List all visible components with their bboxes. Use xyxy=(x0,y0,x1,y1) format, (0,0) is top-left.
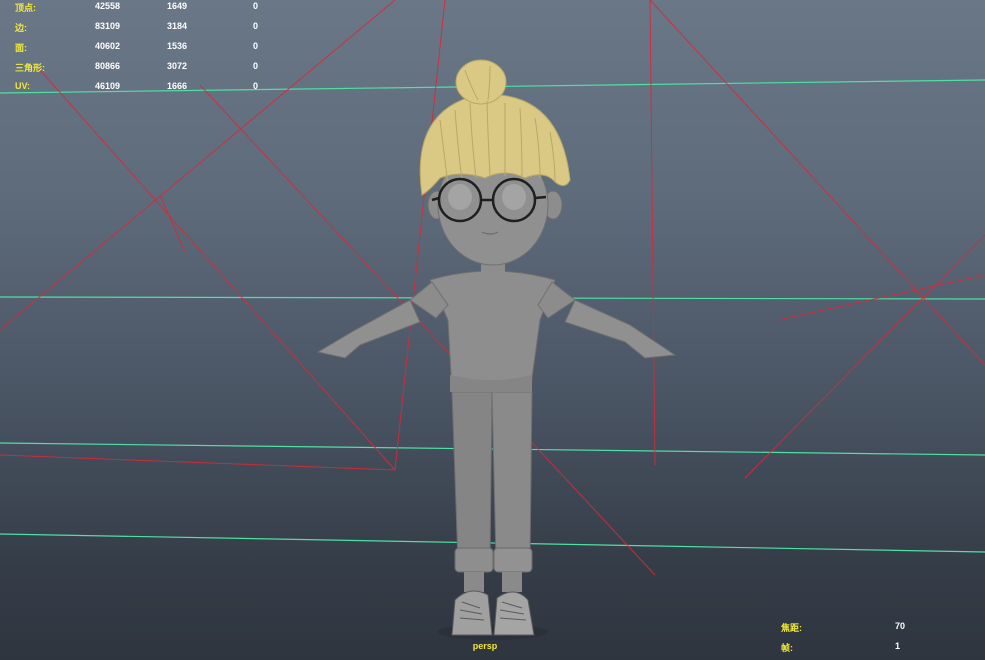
frustum-line xyxy=(39,69,396,471)
poly-count-row: 边: 83109 3184 0 xyxy=(0,21,300,35)
viewport-scene[interactable] xyxy=(0,0,985,660)
poly-count-row: UV: 46109 1666 0 xyxy=(0,81,300,95)
stat-selected-value: 1649 xyxy=(167,1,188,11)
right-arm xyxy=(564,299,677,359)
frustum-line xyxy=(777,274,985,321)
frame-value: 1 xyxy=(895,641,901,651)
camera-name-label: persp xyxy=(472,641,498,651)
left-cuff xyxy=(454,547,494,573)
right-eye xyxy=(502,184,526,210)
grid-line xyxy=(0,442,985,456)
stat-component-value: 0 xyxy=(253,61,259,71)
frustum-line xyxy=(159,194,186,253)
frustum-line xyxy=(649,0,656,466)
stat-total-value: 46109 xyxy=(95,81,121,91)
stat-selected-value: 3072 xyxy=(167,61,188,71)
stat-total-value: 42558 xyxy=(95,1,121,11)
right-pant-leg xyxy=(491,391,533,561)
frustum-line xyxy=(394,0,446,471)
left-ankle xyxy=(464,572,484,592)
stat-component-value: 0 xyxy=(253,1,259,11)
stat-selected-value: 1536 xyxy=(167,41,188,51)
frustum-line xyxy=(744,234,985,479)
frame-label: 帧: xyxy=(781,643,793,653)
hair-bun xyxy=(455,59,507,105)
stat-component-value: 0 xyxy=(253,21,259,31)
stat-label: 边: xyxy=(15,23,27,33)
left-shoe xyxy=(451,590,493,636)
shirt xyxy=(429,270,556,393)
frustum-line xyxy=(649,0,985,366)
left-eye xyxy=(448,184,472,210)
stat-label: 三角形: xyxy=(15,63,45,73)
right-cuff xyxy=(493,547,533,573)
right-shoe xyxy=(493,591,535,636)
focal-length-label: 焦距: xyxy=(781,623,802,633)
stat-label: UV: xyxy=(15,81,31,91)
left-pant-leg xyxy=(451,391,493,563)
poly-count-row: 面: 40602 1536 0 xyxy=(0,41,300,55)
focal-length-value: 70 xyxy=(895,621,906,631)
stat-total-value: 80866 xyxy=(95,61,121,71)
frustum-line xyxy=(0,454,396,471)
stat-total-value: 40602 xyxy=(95,41,121,51)
character-model[interactable] xyxy=(316,59,677,640)
stat-component-value: 0 xyxy=(253,81,259,91)
maya-perspective-viewport[interactable]: 顶点: 42558 1649 0 边: 83109 3184 0 面: 40602 1536 0 三角形… xyxy=(0,0,985,660)
stat-component-value: 0 xyxy=(253,41,259,51)
left-arm xyxy=(316,299,421,359)
stat-label: 面: xyxy=(15,43,27,53)
poly-count-row: 顶点: 42558 1649 0 xyxy=(0,1,300,15)
stat-selected-value: 3184 xyxy=(167,21,188,31)
glasses-arm-right xyxy=(534,195,547,200)
stat-label: 顶点: xyxy=(15,3,36,13)
right-ankle xyxy=(502,572,522,592)
stat-total-value: 83109 xyxy=(95,21,121,31)
poly-count-row: 三角形: 80866 3072 0 xyxy=(0,61,300,75)
stat-selected-value: 1666 xyxy=(167,81,188,91)
